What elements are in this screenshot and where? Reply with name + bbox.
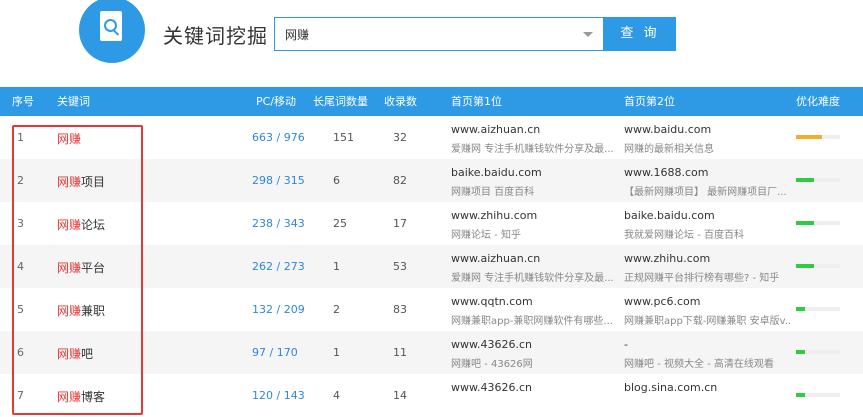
difficulty-bar — [796, 221, 840, 225]
pc-mobile-link[interactable]: 262 / 273 — [252, 260, 305, 273]
rank2-desc: 【最新网赚项目】 最新网赚项目厂... — [624, 187, 787, 198]
chevron-down-icon[interactable] — [583, 32, 593, 37]
search-button[interactable]: 查 询 — [604, 17, 676, 51]
rank2-desc: 正规网赚平台排行榜有哪些? - 知乎 — [624, 273, 780, 284]
indexed-count: 17 — [393, 217, 407, 230]
difficulty-bar — [796, 350, 840, 354]
header-index: 序号 — [12, 95, 34, 108]
header-keyword: 关键词 — [57, 95, 90, 108]
header-longtail: 长尾词数量 — [313, 95, 368, 108]
pc-mobile-link[interactable]: 132 / 209 — [252, 303, 305, 316]
logo — [79, 0, 145, 63]
difficulty-fill — [796, 393, 805, 397]
longtail-count: 2 — [333, 303, 340, 316]
rank1-desc: 网赚吧 - 43626网 — [451, 359, 533, 370]
pc-mobile-link[interactable]: 120 / 143 — [252, 389, 305, 402]
rank1-url[interactable]: www.aizhuan.cn — [451, 123, 540, 136]
indexed-count: 11 — [393, 346, 407, 359]
header-difficulty: 优化难度 — [796, 95, 840, 108]
header-rank1: 首页第1位 — [451, 95, 502, 108]
longtail-count: 1 — [333, 346, 340, 359]
longtail-count: 151 — [333, 131, 354, 144]
rank2-desc: 我就爱网赚论坛 - 百度百科 — [624, 230, 744, 241]
rank2-url[interactable]: blog.sina.com.cn — [624, 381, 717, 394]
difficulty-bar — [796, 264, 840, 268]
search-input[interactable] — [283, 18, 577, 52]
longtail-count: 25 — [333, 217, 347, 230]
highlight-frame — [12, 125, 143, 415]
rank2-url[interactable]: www.pc6.com — [624, 295, 701, 308]
rank1-url[interactable]: www.43626.cn — [451, 338, 532, 351]
indexed-count: 53 — [393, 260, 407, 273]
pc-mobile-link[interactable]: 663 / 976 — [252, 131, 305, 144]
longtail-count: 1 — [333, 260, 340, 273]
rank2-url[interactable]: www.1688.com — [624, 166, 708, 179]
longtail-count: 6 — [333, 174, 340, 187]
rank2-url[interactable]: baike.baidu.com — [624, 209, 715, 222]
indexed-count: 83 — [393, 303, 407, 316]
indexed-count: 82 — [393, 174, 407, 187]
page-title: 关键词挖掘 — [163, 24, 268, 48]
difficulty-fill — [796, 221, 814, 225]
indexed-count: 32 — [393, 131, 407, 144]
search-box[interactable] — [274, 17, 604, 52]
rank1-desc: 网赚兼职app-兼职网赚软件有哪些... — [451, 316, 613, 327]
table-header: 序号 关键词 PC/移动 长尾词数量 收录数 首页第1位 首页第2位 优化难度 — [0, 87, 863, 116]
pc-mobile-link[interactable]: 298 / 315 — [252, 174, 305, 187]
rank1-url[interactable]: www.aizhuan.cn — [451, 252, 540, 265]
difficulty-fill — [796, 350, 805, 354]
rank1-desc: 爱赚网 专注手机赚钱软件分享及最... — [451, 273, 614, 284]
rank1-desc: 网赚项目 百度百科 — [451, 187, 535, 198]
rank1-url[interactable]: www.zhihu.com — [451, 209, 537, 222]
difficulty-bar — [796, 307, 840, 311]
header-pc-mobile: PC/移动 — [256, 95, 297, 108]
pc-mobile-link[interactable]: 238 / 343 — [252, 217, 305, 230]
difficulty-bar — [796, 178, 840, 182]
pc-mobile-link[interactable]: 97 / 170 — [252, 346, 298, 359]
rank2-desc: 网赚兼职app下载-网赚兼职 安卓版v... — [624, 316, 790, 327]
rank1-url[interactable]: www.qqtn.com — [451, 295, 533, 308]
difficulty-fill — [796, 135, 823, 139]
rank1-url[interactable]: baike.baidu.com — [451, 166, 542, 179]
rank2-desc: 网赚的最新相关信息 — [624, 144, 714, 155]
top-bar: 关键词挖掘 查 询 — [0, 0, 863, 87]
difficulty-bar — [796, 135, 840, 139]
difficulty-bar — [796, 393, 840, 397]
rank2-url[interactable]: - — [624, 338, 628, 351]
document-search-icon — [100, 11, 122, 41]
difficulty-fill — [796, 307, 805, 311]
rank2-url[interactable]: www.zhihu.com — [624, 252, 710, 265]
rank1-url[interactable]: www.43626.cn — [451, 381, 532, 394]
longtail-count: 4 — [333, 389, 340, 402]
difficulty-fill — [796, 264, 814, 268]
difficulty-fill — [796, 178, 814, 182]
rank2-desc: 网赚吧 - 视频大全 - 高清在线观看 — [624, 359, 774, 370]
indexed-count: 14 — [393, 389, 407, 402]
rank1-desc: 网赚论坛 - 知乎 — [451, 230, 521, 241]
rank2-url[interactable]: www.baidu.com — [624, 123, 711, 136]
header-rank2: 首页第2位 — [624, 95, 675, 108]
header-indexed: 收录数 — [384, 95, 417, 108]
rank1-desc: 爱赚网 专注手机赚钱软件分享及最... — [451, 144, 614, 155]
